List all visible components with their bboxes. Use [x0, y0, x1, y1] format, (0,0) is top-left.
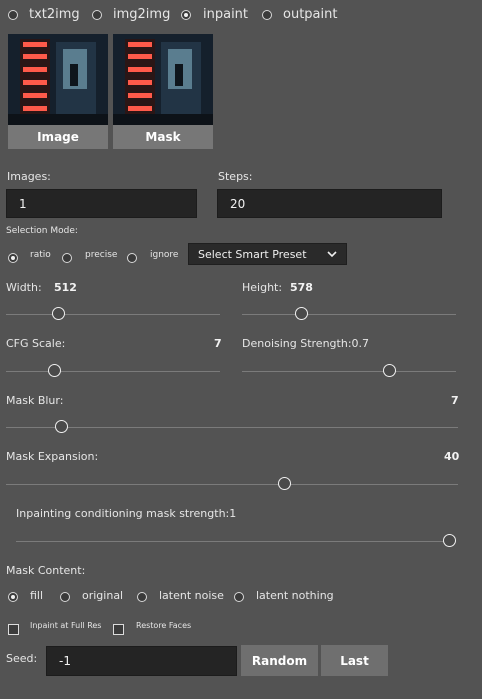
cfg-scale-slider-track[interactable]: [6, 371, 220, 372]
steps-label: Steps:: [218, 170, 253, 183]
latent-noise-label[interactable]: latent noise: [159, 589, 224, 602]
ignore-label[interactable]: ignore: [150, 250, 178, 260]
radio-original[interactable]: [60, 592, 70, 602]
images-label: Images:: [7, 170, 51, 183]
height-label: Height:: [242, 281, 283, 294]
radio-fill[interactable]: [8, 592, 18, 602]
inpaint-strength-label: Inpainting conditioning mask strength:1: [16, 507, 237, 520]
smart-preset-value: Select Smart Preset: [198, 247, 307, 261]
latent-nothing-label[interactable]: latent nothing: [256, 589, 334, 602]
steps-input[interactable]: 20: [217, 189, 442, 218]
radio-latent-nothing[interactable]: [234, 592, 244, 602]
cfg-scale-slider-knob[interactable]: [48, 364, 61, 377]
image-thumbnail[interactable]: [8, 34, 108, 125]
images-input[interactable]: 1: [6, 189, 197, 218]
mode-outpaint-label[interactable]: outpaint: [283, 7, 337, 22]
width-slider-knob[interactable]: [52, 307, 65, 320]
inpaint-strength-slider-knob[interactable]: [443, 534, 456, 547]
seed-input[interactable]: -1: [46, 646, 237, 676]
mask-expansion-label: Mask Expansion:: [6, 450, 99, 463]
radio-ratio[interactable]: [8, 253, 18, 263]
inpaint-full-res-checkbox[interactable]: [8, 624, 19, 635]
denoising-label: Denoising Strength:0.7: [242, 337, 370, 350]
mask-panel[interactable]: Mask: [113, 34, 213, 149]
ratio-label[interactable]: ratio: [30, 250, 51, 260]
radio-latent-noise[interactable]: [137, 592, 147, 602]
height-slider-track[interactable]: [242, 314, 456, 315]
radio-precise[interactable]: [62, 253, 72, 263]
inpaint-full-res-label[interactable]: Inpaint at Full Res: [30, 621, 101, 630]
mode-txt2img-label[interactable]: txt2img: [29, 7, 80, 22]
mask-expansion-slider-track[interactable]: [6, 484, 458, 485]
last-seed-button[interactable]: Last: [321, 645, 388, 676]
mode-img2img-label[interactable]: img2img: [113, 7, 170, 22]
mask-expansion-slider-knob[interactable]: [278, 477, 291, 490]
fill-label[interactable]: fill: [30, 589, 43, 602]
precise-label[interactable]: precise: [85, 250, 117, 260]
height-value: 578: [290, 281, 313, 294]
mask-blur-value: 7: [451, 394, 459, 407]
cfg-scale-value: 7: [214, 337, 222, 350]
width-label: Width:: [6, 281, 42, 294]
radio-ignore[interactable]: [127, 253, 137, 263]
cfg-scale-label: CFG Scale:: [6, 337, 66, 350]
radio-img2img[interactable]: [92, 10, 102, 20]
height-slider-knob[interactable]: [295, 307, 308, 320]
random-seed-button[interactable]: Random: [241, 645, 318, 676]
mask-blur-slider-knob[interactable]: [55, 420, 68, 433]
width-slider-track[interactable]: [6, 314, 220, 315]
mask-content-label: Mask Content:: [6, 564, 86, 577]
radio-inpaint[interactable]: [181, 10, 191, 20]
mask-tab[interactable]: Mask: [113, 125, 213, 149]
image-tab[interactable]: Image: [8, 125, 108, 149]
mode-inpaint-label[interactable]: inpaint: [203, 7, 248, 22]
neon-scene-image: [8, 34, 108, 125]
mask-expansion-value: 40: [444, 450, 460, 463]
original-label[interactable]: original: [82, 589, 123, 602]
mask-blur-slider-track[interactable]: [6, 427, 458, 428]
radio-outpaint[interactable]: [262, 10, 272, 20]
width-value: 512: [54, 281, 77, 294]
restore-faces-checkbox[interactable]: [113, 624, 124, 635]
radio-txt2img[interactable]: [8, 10, 18, 20]
mask-thumbnail[interactable]: [113, 34, 213, 125]
denoising-slider-knob[interactable]: [383, 364, 396, 377]
inpaint-strength-slider-track[interactable]: [16, 541, 456, 542]
smart-preset-dropdown[interactable]: Select Smart Preset: [188, 243, 347, 265]
mask-scene-image: [113, 34, 213, 125]
restore-faces-label[interactable]: Restore Faces: [136, 621, 191, 630]
chevron-down-icon: [327, 251, 337, 258]
denoising-slider-track[interactable]: [242, 371, 456, 372]
selection-mode-label: Selection Mode:: [6, 226, 78, 236]
image-panel[interactable]: Image: [8, 34, 108, 149]
seed-label: Seed:: [6, 652, 38, 665]
mask-blur-label: Mask Blur:: [6, 394, 64, 407]
